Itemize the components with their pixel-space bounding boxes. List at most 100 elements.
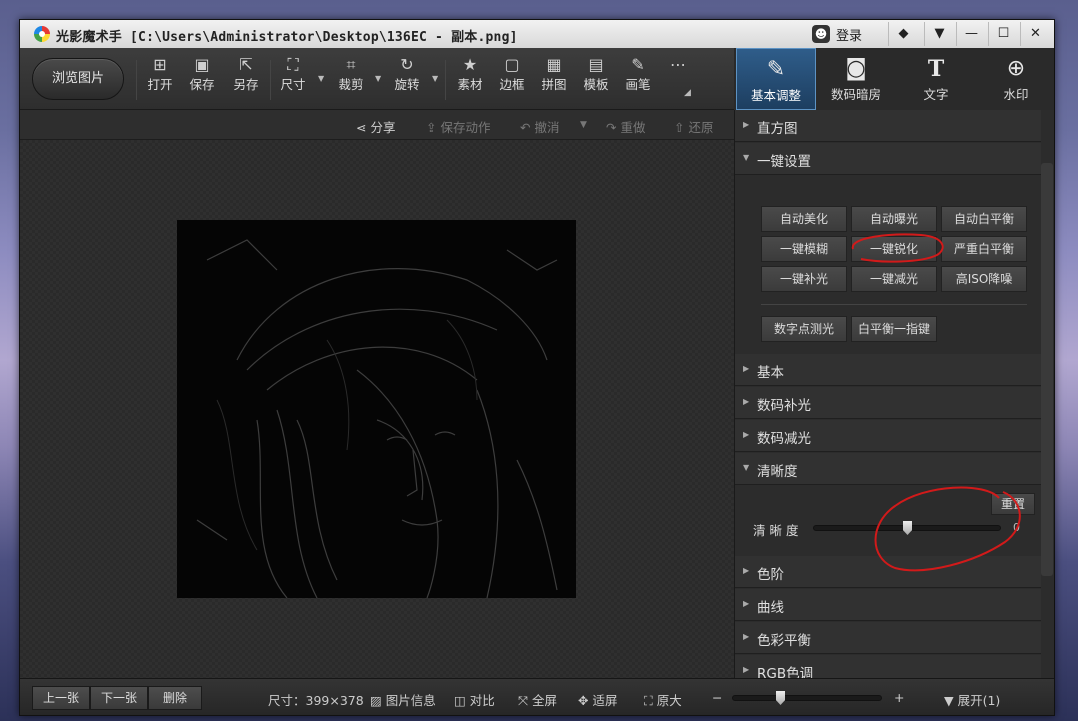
panel-scrollbar[interactable] <box>1041 163 1053 576</box>
previous-image-button[interactable]: 上一张 <box>32 686 90 710</box>
strong-white-balance-button[interactable]: 严重白平衡 <box>941 236 1027 262</box>
crop-dropdown-arrow[interactable]: ▼ <box>375 74 381 83</box>
share-button[interactable]: ⋖ 分享 <box>356 117 395 136</box>
toolbar-divider <box>136 60 137 100</box>
section-curves[interactable]: ▶ 曲线 <box>735 589 1041 621</box>
section-histogram[interactable]: ▶ 直方图 <box>735 110 1041 142</box>
redo-button[interactable]: ↷ 重做 <box>606 117 645 136</box>
section-levels[interactable]: ▶ 色阶 <box>735 556 1041 588</box>
auto-exposure-button[interactable]: 自动曝光 <box>851 206 937 232</box>
save-action-button[interactable]: ⇪ 保存动作 <box>426 117 490 136</box>
title-bar: 光影魔术手 [C:\Users\Administrator\Desktop\13… <box>20 20 1054 48</box>
restore-button[interactable]: ⇧ 还原 <box>674 117 713 136</box>
high-iso-denoise-button[interactable]: 高ISO降噪 <box>941 266 1027 292</box>
undo-dropdown-arrow[interactable]: ▼ <box>580 120 587 130</box>
text-icon: T <box>927 56 945 82</box>
expand-label: 展开(1) <box>957 693 1001 708</box>
clarity-slider-thumb[interactable] <box>903 521 912 535</box>
white-balance-picker-button[interactable]: 白平衡一指键 <box>851 316 937 342</box>
image-canvas[interactable] <box>20 140 734 678</box>
menu-dropdown-button[interactable]: ▼ <box>924 22 954 46</box>
save-label: 保存 <box>189 77 215 92</box>
section-color-balance[interactable]: ▶ 色彩平衡 <box>735 622 1041 654</box>
brush-icon: ✎ <box>631 55 645 74</box>
chevron-down-icon: ▼ <box>743 463 750 472</box>
maximize-button[interactable]: ☐ <box>988 22 1018 46</box>
actual-size-label: 原大 <box>656 693 682 708</box>
chevron-right-icon: ▶ <box>743 665 750 674</box>
auto-white-balance-button[interactable]: 自动白平衡 <box>941 206 1027 232</box>
watermark-icon: ⊕ <box>1006 56 1026 81</box>
section-reduce-light[interactable]: ▶ 数码减光 <box>735 420 1041 452</box>
one-click-sharpen-button[interactable]: 一键锐化 <box>851 236 937 262</box>
image-info-button[interactable]: ▨ 图片信息 <box>370 690 436 709</box>
zoom-slider-track[interactable] <box>732 695 882 701</box>
section-title: 基本 <box>757 365 784 381</box>
section-clarity[interactable]: ▼ 清晰度 <box>735 453 1041 485</box>
one-click-fill-light-button[interactable]: 一键补光 <box>761 266 847 292</box>
image-size-text: 尺寸：399×378 <box>268 693 364 708</box>
next-image-button[interactable]: 下一张 <box>90 686 148 710</box>
frame-button[interactable]: ▢ 边框 <box>494 54 530 104</box>
expand-button[interactable]: ▼ 展开(1) <box>944 690 1000 709</box>
browse-images-button[interactable]: 浏览图片 <box>32 58 124 100</box>
actual-size-button[interactable]: ⛶ 原大 <box>644 690 682 709</box>
fit-screen-button[interactable]: ✥ 适屏 <box>578 690 617 709</box>
clarity-value: 0 <box>1013 521 1020 534</box>
tab-digital-darkroom[interactable]: ◙ 数码暗房 <box>816 48 896 110</box>
crop-icon: ⌗ <box>346 55 356 74</box>
resize-dropdown-arrow[interactable]: ▼ <box>318 74 324 83</box>
compare-button[interactable]: ◫ 对比 <box>454 690 495 709</box>
toolbar-divider <box>270 60 271 100</box>
save-as-button[interactable]: ⇱ 另存 <box>228 54 264 104</box>
tab-watermark[interactable]: ⊕ 水印 <box>976 48 1054 110</box>
template-button[interactable]: ▤ 模板 <box>578 54 614 104</box>
restore-label: 还原 <box>688 120 714 135</box>
open-button[interactable]: ⊞ 打开 <box>142 54 178 104</box>
zoom-in-button[interactable]: + <box>894 690 904 705</box>
section-one-click[interactable]: ▼ 一键设置 <box>735 143 1041 175</box>
chevron-right-icon: ▶ <box>743 120 750 129</box>
undo-button[interactable]: ↶ 撤消 <box>520 117 559 136</box>
rotate-dropdown-arrow[interactable]: ▼ <box>432 74 438 83</box>
spot-metering-button[interactable]: 数字点测光 <box>761 316 847 342</box>
section-title: 清晰度 <box>757 464 798 480</box>
clarity-reset-button[interactable]: 重置 <box>991 493 1035 515</box>
edge-image <box>196 239 558 598</box>
material-button[interactable]: ★ 素材 <box>452 54 488 104</box>
section-basic[interactable]: ▶ 基本 <box>735 354 1041 386</box>
fullscreen-button[interactable]: ⤧ 全屏 <box>518 690 557 709</box>
restore-icon: ⇧ <box>674 120 689 135</box>
toolbar-expand-icon[interactable]: ◢ <box>684 88 691 98</box>
resize-button[interactable]: ⛶ 尺寸 <box>275 54 311 104</box>
save-as-label: 另存 <box>233 77 259 92</box>
delete-button[interactable]: 删除 <box>148 686 202 710</box>
close-button[interactable]: ✕ <box>1020 22 1050 46</box>
save-button[interactable]: ▣ 保存 <box>184 54 220 104</box>
tab-text[interactable]: T 文字 <box>896 48 976 110</box>
rotate-button[interactable]: ↻ 旋转 <box>389 54 425 104</box>
zoom-slider-thumb[interactable] <box>776 691 785 705</box>
section-rgb-tone[interactable]: ▶ RGB色调 <box>735 655 1041 678</box>
minimize-button[interactable]: — <box>956 22 986 46</box>
brush-button[interactable]: ✎ 画笔 <box>620 54 656 104</box>
tab-label: 基本调整 <box>750 88 801 103</box>
collage-button[interactable]: ▦ 拼图 <box>536 54 572 104</box>
zoom-out-button[interactable]: − <box>712 690 722 705</box>
crop-label: 裁剪 <box>338 77 364 92</box>
clarity-label: 清 晰 度 <box>753 523 799 538</box>
one-click-blur-button[interactable]: 一键模糊 <box>761 236 847 262</box>
login-button[interactable]: ☻ 登录 <box>812 23 862 45</box>
auto-beautify-button[interactable]: 自动美化 <box>761 206 847 232</box>
actual-size-icon: ⛶ <box>644 693 657 708</box>
section-fill-light[interactable]: ▶ 数码补光 <box>735 387 1041 419</box>
crop-button[interactable]: ⌗ 裁剪 <box>333 54 369 104</box>
redo-label: 重做 <box>620 120 646 135</box>
one-click-reduce-light-button[interactable]: 一键减光 <box>851 266 937 292</box>
tab-basic-adjust[interactable]: ✎ 基本调整 <box>736 48 816 110</box>
compare-icon: ◫ <box>454 693 470 708</box>
fit-screen-icon: ✥ <box>578 693 593 708</box>
skin-button[interactable]: ◆ <box>888 22 918 46</box>
adjust-panel: ▶ 直方图 ▼ 一键设置 自动美化 自动曝光 自动白平衡 一键模糊 一键锐化 严重白… <box>734 110 1054 678</box>
resize-label: 尺寸 <box>280 77 306 92</box>
